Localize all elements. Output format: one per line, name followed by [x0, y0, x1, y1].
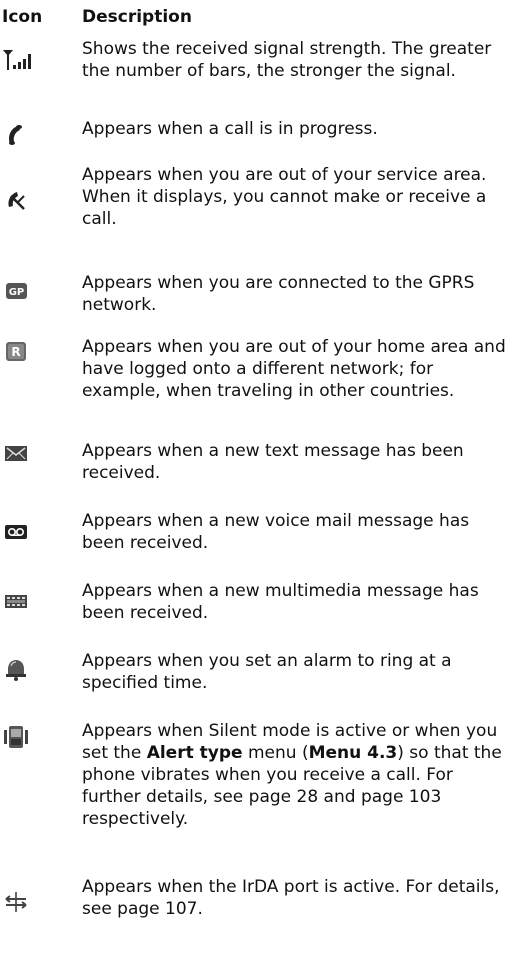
- row-description: Appears when Silent mode is active or wh…: [82, 721, 502, 829]
- irda-icon: [0, 890, 70, 930]
- multimedia-message-icon: [0, 592, 70, 632]
- alarm-icon: [0, 658, 70, 698]
- row-description: Appears when you set an alarm to ring at…: [82, 651, 452, 693]
- voice-mail-icon: [0, 522, 70, 562]
- icon-column-header: Icon: [2, 7, 43, 27]
- svg-text:GP: GP: [9, 287, 25, 298]
- svg-text:R: R: [11, 345, 20, 359]
- row-description: Appears when you are connected to the GP…: [82, 273, 475, 315]
- row-description: Appears when a call is in progress.: [82, 119, 378, 139]
- signal-strength-icon: [0, 48, 70, 88]
- row-description: Appears when a new voice mail message ha…: [82, 511, 470, 553]
- row-description: Appears when you are out of your home ar…: [82, 337, 506, 401]
- row-description: Appears when you are out of your service…: [82, 165, 487, 229]
- no-service-icon: [0, 188, 70, 228]
- row-description: Appears when a new multimedia message ha…: [82, 581, 479, 623]
- text-message-icon: [0, 442, 70, 482]
- row-description: Appears when a new text message has been…: [82, 441, 464, 483]
- row-description: Appears when the IrDA port is active. Fo…: [82, 877, 500, 919]
- roaming-icon: R: [0, 340, 70, 380]
- icon-description-table: Icon Description Shows the received sign…: [0, 0, 518, 962]
- silent-vibrate-icon: [0, 724, 70, 764]
- call-in-progress-icon: [0, 122, 70, 162]
- gprs-icon: GP: [0, 280, 70, 320]
- row-description: Shows the received signal strength. The …: [82, 39, 492, 81]
- description-column-header: Description: [82, 7, 192, 27]
